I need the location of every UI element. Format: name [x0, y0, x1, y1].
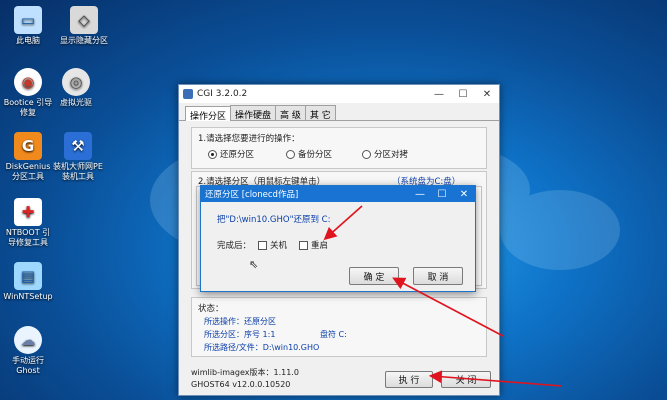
ntboot-icon: ✚	[14, 198, 42, 226]
maximize-icon[interactable]: ☐	[431, 189, 453, 200]
computer-icon: ▭	[14, 6, 42, 34]
radio-label: 备份分区	[298, 150, 333, 160]
execute-button[interactable]: 执 行	[385, 371, 433, 388]
radio-backup-partition[interactable]: 备份分区	[286, 148, 332, 160]
status-operation: 所选操作：还原分区	[204, 317, 276, 326]
desktop-icon-installer[interactable]: ⚒ 装机大师网PE 装机工具	[50, 132, 106, 182]
radio-dot	[286, 149, 295, 159]
status-partition: 所选分区：序号 1:1	[204, 330, 276, 339]
status-drive: 盘符 C:	[320, 330, 347, 339]
tab-advanced[interactable]: 高 级	[275, 105, 306, 121]
restart-checkbox[interactable]: 重启	[299, 239, 328, 251]
radio-restore-partition[interactable]: 还原分区	[208, 148, 254, 160]
desktop-icon-label: 显示隐藏分区	[60, 36, 108, 45]
tab-bar: 操作分区 操作硬盘 高 级 其 它	[179, 105, 499, 122]
checkbox-label: 关机	[270, 241, 288, 251]
restore-message: 把"D:\win10.GHO"还原到 C:	[217, 215, 331, 225]
close-button[interactable]: 关 闭	[441, 371, 491, 388]
radio-dot	[362, 149, 371, 159]
desktop-icon-label: 虚拟光驱	[60, 98, 92, 107]
window-titlebar[interactable]: CGI 3.2.0.2 — ☐ ✕	[179, 85, 499, 103]
desktop-icon-ghost[interactable]: ☁ 手动运行 Ghost	[0, 326, 56, 376]
minimize-icon[interactable]: —	[409, 189, 431, 200]
maximize-icon[interactable]: ☐	[451, 85, 475, 103]
status-path: 所选路径/文件：D:\win10.GHO	[204, 343, 320, 352]
ghost-icon: ☁	[14, 326, 42, 354]
dialog-title: 还原分区 [clonecd作品]	[205, 190, 299, 200]
radio-dot	[208, 149, 217, 159]
desktop-icon-ntboot[interactable]: ✚ NTBOOT 引 导修复工具	[0, 198, 56, 248]
desktop-icon-label: DiskGenius 分区工具	[5, 162, 51, 181]
tab-operate-disk[interactable]: 操作硬盘	[230, 105, 277, 121]
after-complete-label: 完成后：	[217, 241, 252, 251]
desktop-icon-winntsetup[interactable]: ▤ WinNTSetup	[0, 262, 56, 302]
checkbox-box	[299, 240, 308, 250]
mouse-cursor-icon: ⇖	[249, 258, 259, 271]
radio-copy-partition[interactable]: 分区对拷	[362, 148, 408, 160]
minimize-icon[interactable]: —	[427, 85, 451, 103]
wimlib-version: wimlib-imagex版本：1.11.0	[191, 368, 299, 377]
bootice-icon: ◉	[14, 68, 42, 96]
desktop-icon-label: 此电脑	[16, 36, 40, 45]
operation-section: 1.请选择您要进行的操作： 还原分区 备份分区 分区对拷	[191, 127, 487, 169]
dialog-titlebar[interactable]: 还原分区 [clonecd作品] — ☐ ✕	[201, 186, 475, 202]
shutdown-checkbox[interactable]: 关机	[258, 239, 287, 251]
cdrom-icon: ◎	[62, 68, 90, 96]
status-section: 状态： 所选操作：还原分区 所选分区：序号 1:1 盘符 C: 所选路径/文件：…	[191, 297, 487, 357]
restore-dialog: 还原分区 [clonecd作品] — ☐ ✕ 把"D:\win10.GHO"还原…	[200, 185, 476, 292]
status-label: 状态：	[198, 304, 224, 314]
partition-icon: ◇	[70, 6, 98, 34]
window-title: CGI 3.2.0.2	[197, 89, 248, 99]
diskgenius-icon: G	[14, 132, 42, 160]
winntsetup-icon: ▤	[14, 262, 42, 290]
desktop-icon-show-hidden-partition[interactable]: ◇ 显示隐藏分区	[56, 6, 112, 46]
checkbox-box	[258, 240, 267, 250]
tab-other[interactable]: 其 它	[304, 105, 336, 121]
desktop-icon-label: NTBOOT 引 导修复工具	[5, 228, 51, 247]
desktop-icon-label: 手动运行 Ghost	[12, 356, 44, 375]
tab-operate-partition[interactable]: 操作分区	[185, 106, 232, 122]
installer-icon: ⚒	[64, 132, 92, 160]
confirm-button[interactable]: 确 定	[349, 267, 399, 285]
desktop-icon-label: 装机大师网PE 装机工具	[53, 162, 103, 181]
ghost-version: GHOST64 v12.0.0.10520	[191, 380, 291, 389]
close-icon[interactable]: ✕	[475, 85, 499, 103]
desktop-icon-label: WinNTSetup	[3, 292, 53, 301]
radio-label: 还原分区	[220, 150, 255, 160]
app-icon	[183, 89, 193, 99]
desktop-icon-virtual-cdrom[interactable]: ◎ 虚拟光驱	[48, 68, 104, 108]
cancel-button[interactable]: 取 消	[413, 267, 463, 285]
close-icon[interactable]: ✕	[453, 189, 475, 200]
desktop-icon-this-pc[interactable]: ▭ 此电脑	[0, 6, 56, 46]
step1-label: 1.请选择您要进行的操作：	[198, 134, 300, 144]
radio-label: 分区对拷	[374, 150, 409, 160]
checkbox-label: 重启	[311, 241, 329, 251]
desktop-icon-diskgenius[interactable]: G DiskGenius 分区工具	[0, 132, 56, 182]
